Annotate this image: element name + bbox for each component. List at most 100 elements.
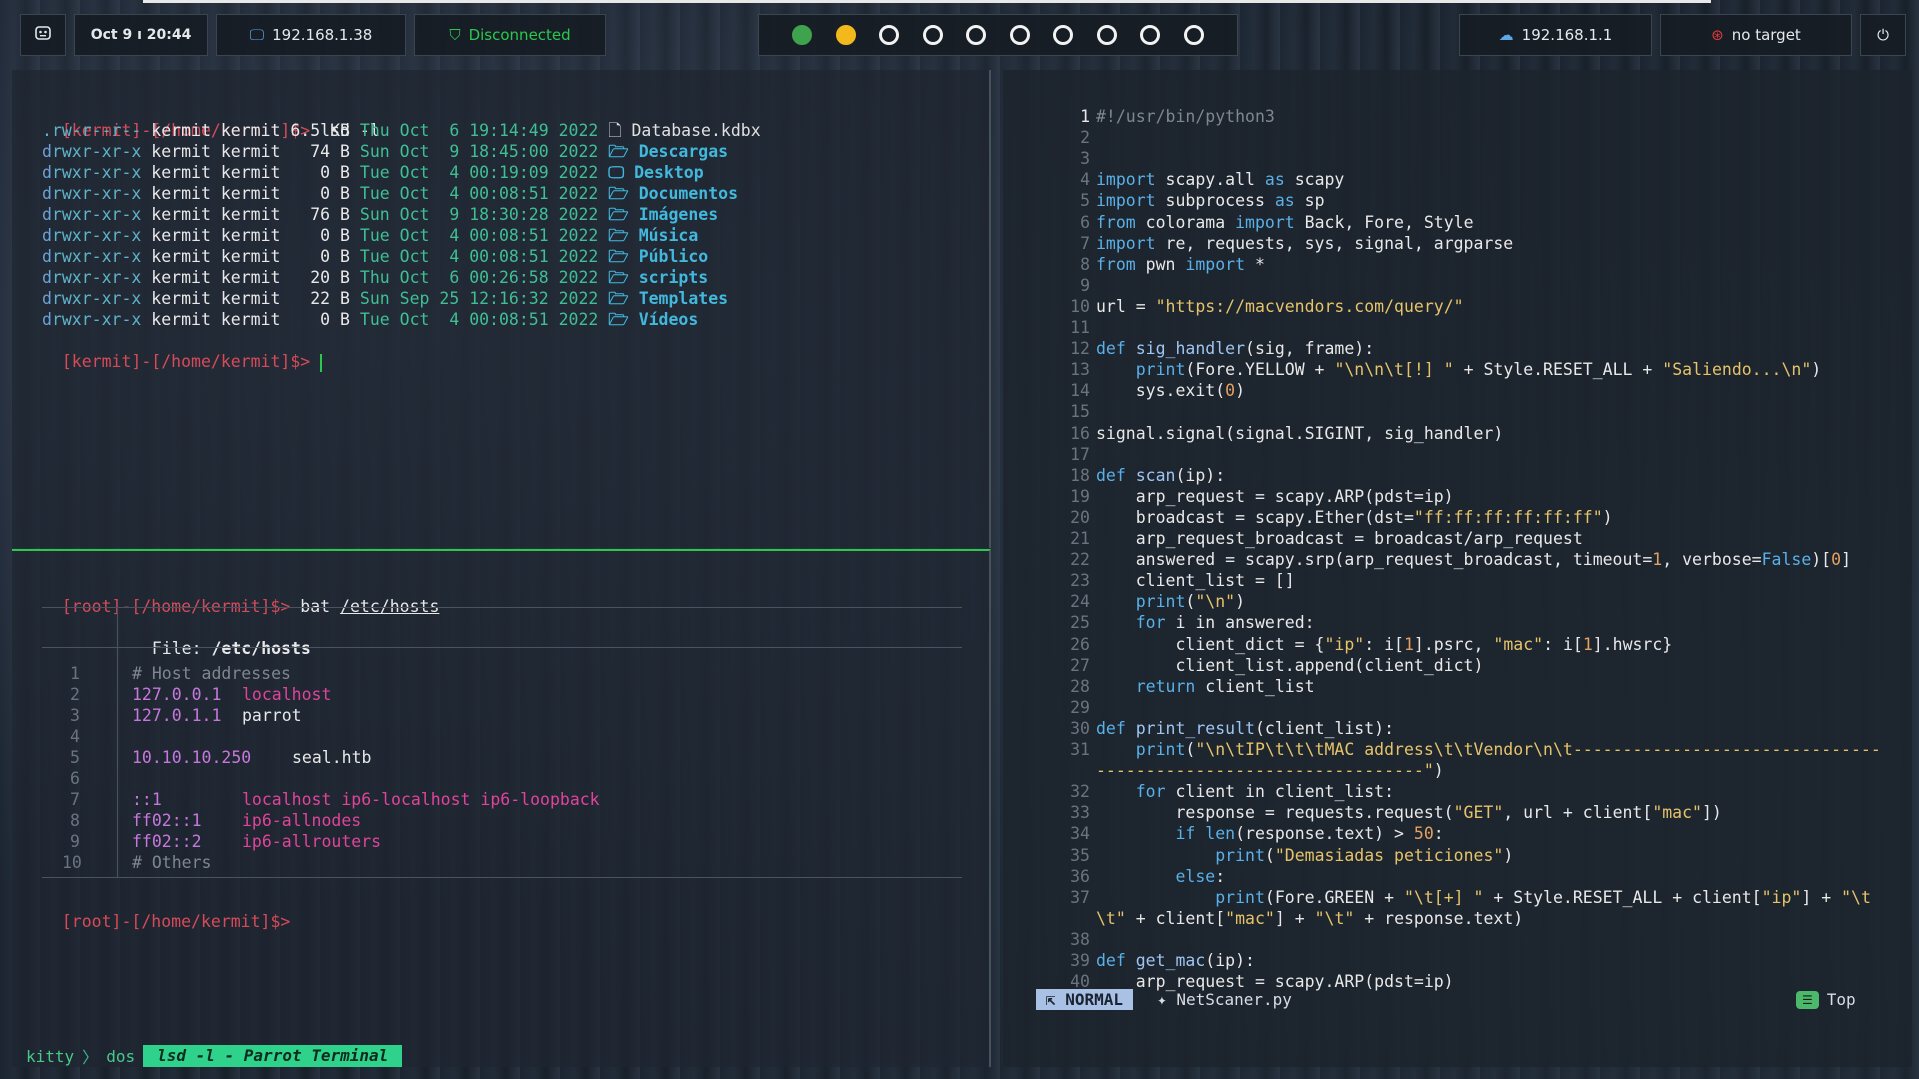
row-user: kermit [151, 142, 211, 161]
code-line: return client_list [1096, 676, 1315, 697]
row-name[interactable]: Imágenes [639, 205, 718, 224]
row-name[interactable]: Descargas [639, 142, 728, 161]
vpn-status-widget[interactable]: ⛉ Disconnected [414, 14, 606, 56]
workspace-7[interactable] [1053, 25, 1074, 45]
line-number: 13 [1070, 360, 1090, 380]
workspace-9[interactable] [1140, 25, 1161, 45]
code-line: def get_mac(ip): [1096, 950, 1255, 971]
code-token: import [1096, 233, 1156, 253]
workspace-2[interactable] [835, 25, 856, 45]
row-perm: drwxr-xr-x [42, 205, 141, 224]
code-token: def [1096, 339, 1126, 359]
prompt: [root]-[/home/kermit]$> [61, 912, 291, 931]
code-token: (client_list): [1254, 718, 1395, 738]
workspace-4[interactable] [922, 25, 943, 45]
row-name[interactable]: Música [639, 226, 699, 245]
code-token: , url + client[ [1503, 803, 1653, 823]
target-widget[interactable]: ⊛ no target [1660, 14, 1852, 56]
code-token: def [1096, 951, 1126, 970]
code-token: answered = scapy.srp(arp_request_broadca… [1096, 550, 1653, 570]
workspace-6[interactable] [1009, 25, 1030, 45]
row-name[interactable]: Documentos [639, 184, 738, 203]
code-line: if len(response.text) > 50: [1096, 823, 1443, 844]
lsd-row: drwxr-xr-x kermit kermit 0 B Tue Oct 4 0… [42, 183, 738, 204]
workspace-8[interactable] [1096, 25, 1117, 45]
code-token: sp [1294, 191, 1325, 211]
perm-type: d [42, 163, 52, 182]
row-date: Tue Oct 4 00:08:51 2022 [359, 226, 599, 245]
bat-header: File: /etc/hosts [132, 617, 311, 658]
tab-session[interactable]: dos [98, 1047, 143, 1066]
code-line: arp_request = scapy.ARP(pdst=ip) [1096, 486, 1454, 507]
power-button[interactable]: ⏻ [1860, 14, 1906, 56]
code-token: print [1135, 740, 1186, 759]
code-token: scan [1135, 465, 1176, 485]
row-group: kermit [220, 205, 281, 224]
row-group: kermit [220, 184, 281, 203]
row-date: Tue Oct 4 00:08:51 2022 [359, 247, 599, 266]
row-group: kermit [220, 163, 281, 182]
code-token: (Fore.YELLOW + [1185, 360, 1335, 380]
launcher-icon [34, 24, 52, 46]
row-name[interactable]: scripts [639, 268, 709, 287]
code-token: : i[ [1543, 634, 1583, 654]
perm-type: d [42, 289, 52, 308]
menu-button[interactable] [20, 14, 66, 56]
code-token: "Saliendo...\n" [1662, 360, 1812, 380]
gateway-ip: 192.168.1.1 [1521, 26, 1613, 44]
host-ip: ff02::1 [132, 811, 202, 830]
line-number: 29 [1070, 697, 1090, 717]
code-token: import [1185, 254, 1246, 274]
target-text: no target [1731, 26, 1801, 44]
code-token: client_list = [] [1096, 571, 1295, 591]
line-number: 8 [1080, 254, 1090, 274]
workspace-1[interactable] [792, 25, 813, 45]
code-line: for client in client_list: [1096, 781, 1394, 802]
workspace-3[interactable] [879, 25, 900, 45]
code-token: Back, Fore, Style [1294, 212, 1474, 232]
line-number: 4 [1080, 170, 1090, 190]
workspace-5[interactable] [966, 25, 987, 45]
perm-type: d [42, 310, 52, 329]
line-number: 32 [1070, 782, 1090, 802]
local-ip-widget[interactable]: 🖵 192.168.1.38 [216, 14, 406, 56]
line-number: 18 [1070, 465, 1090, 485]
vim-position-text: Top [1826, 990, 1856, 1009]
row-name[interactable]: Público [639, 247, 709, 266]
vpn-status: Disconnected [468, 26, 571, 44]
line-number: 9 [1080, 275, 1090, 295]
perm-bits: rw-r--r-- [51, 121, 142, 140]
lsd-row: drwxr-xr-x kermit kermit 0 B Tue Oct 4 0… [42, 225, 698, 246]
code-line: import subprocess as sp [1096, 190, 1325, 211]
perm-type: d [42, 205, 52, 224]
row-size: 0 B [290, 184, 350, 203]
bat-line: # Host addresses [132, 663, 291, 684]
code-token: ] [1841, 550, 1851, 570]
tab-active[interactable]: lsd -l - Parrot Terminal [143, 1045, 403, 1067]
tab-kitty[interactable]: kitty [18, 1047, 82, 1066]
code-token: ( [1264, 845, 1275, 865]
code-token: print_result [1135, 718, 1255, 738]
row-date: Thu Oct 6 00:26:58 2022 [359, 268, 599, 287]
host-name: localhost [242, 685, 332, 704]
bat-comment: # Host addresses [132, 664, 291, 683]
line-number: 11 [1070, 318, 1090, 337]
line-number: 3 [1080, 149, 1090, 169]
code-token: as [1264, 170, 1285, 190]
row-user: kermit [151, 205, 211, 224]
row-name[interactable]: Database.kdbx [632, 121, 761, 140]
row-name[interactable]: Desktop [634, 163, 704, 182]
row-group: kermit [220, 268, 281, 287]
row-name[interactable]: Vídeos [639, 310, 699, 329]
code-token: "ff:ff:ff:ff:ff:ff" [1413, 507, 1603, 527]
row-name[interactable]: Templates [639, 289, 728, 308]
code-token: from [1096, 254, 1136, 274]
gateway-ip-widget[interactable]: ☁ 192.168.1.1 [1459, 14, 1652, 56]
workspace-10[interactable] [1183, 25, 1204, 45]
lsd-row: drwxr-xr-x kermit kermit 22 B Sun Sep 25… [42, 288, 728, 309]
code-token: "mac" [1652, 803, 1702, 823]
